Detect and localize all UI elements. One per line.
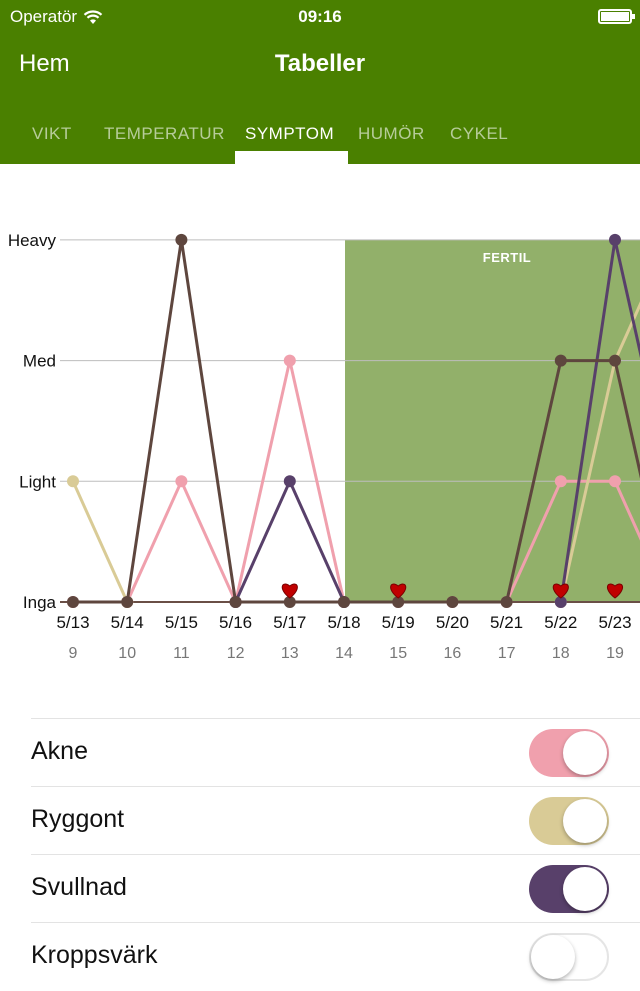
series-line [234, 479, 346, 603]
tab-humor[interactable]: HUMÖR [358, 124, 425, 144]
fertile-window [345, 239, 640, 602]
series-point [609, 354, 621, 367]
series-point [67, 596, 79, 608]
series-point [554, 354, 567, 367]
series-point [554, 475, 567, 488]
tab-temperatur[interactable]: TEMPERATUR [104, 124, 225, 144]
app-header: Operatör 09:16 Hem Tabeller VIKT TEMPERA… [0, 0, 640, 164]
series-point [609, 233, 621, 246]
cycle-day-label: 19 [606, 645, 624, 662]
series-point [338, 596, 350, 608]
series-point [283, 475, 296, 488]
active-tab-indicator [235, 151, 348, 164]
x-tick-label: 5/20 [436, 613, 469, 632]
tab-symptom[interactable]: SYMPTOM [245, 124, 334, 144]
toggle-knob [563, 799, 607, 843]
x-tick-label: 5/22 [544, 613, 577, 632]
cycle-day-label: 17 [498, 645, 516, 662]
cycle-day-label: 9 [69, 645, 78, 662]
toggle-label: Akne [31, 737, 88, 765]
x-tick-label: 5/18 [327, 613, 360, 632]
toggle-label: Ryggont [31, 805, 125, 833]
toggle-row-akne: Akne [31, 718, 640, 787]
fertile-label: FERTIL [483, 250, 532, 265]
status-bar: Operatör 09:16 [0, 0, 640, 36]
cycle-day-label: 12 [227, 645, 245, 662]
tab-vikt[interactable]: VIKT [32, 124, 72, 144]
toggle-knob [531, 935, 575, 979]
toggle-knob [563, 731, 607, 775]
y-tick-label: Light [19, 472, 56, 491]
series-point [500, 596, 513, 608]
cycle-day-label: 10 [118, 645, 136, 662]
x-tick-label: 5/16 [219, 613, 252, 632]
series-point [229, 596, 242, 608]
symptom-chart[interactable]: FERTIL Inga Light Med Heavy 5/13 9 5/14 10 5/15 11… [0, 164, 640, 684]
x-tick-label: 5/15 [165, 613, 198, 632]
heart-icon [281, 583, 298, 599]
toggle-label: Kroppsvärk [31, 941, 158, 969]
status-time: 09:16 [298, 7, 342, 26]
series-point [283, 354, 296, 367]
series-point [175, 475, 188, 488]
kroppsvark-toggle[interactable] [529, 933, 609, 981]
cycle-day-label: 18 [552, 645, 570, 662]
cycle-day-label: 13 [281, 645, 299, 662]
series-point [609, 475, 621, 488]
x-tick-label: 5/21 [490, 613, 523, 632]
toggle-row-ryggont: Ryggont [31, 786, 640, 855]
cycle-day-label: 14 [335, 645, 353, 662]
akne-toggle[interactable] [529, 729, 609, 777]
tab-cykel[interactable]: CYKEL [450, 124, 508, 144]
toggle-row-kroppsvark: Kroppsvärk [31, 922, 640, 991]
toggle-knob [563, 867, 607, 911]
ryggont-toggle[interactable] [529, 797, 609, 845]
page-title: Tabeller [274, 50, 366, 77]
x-tick-label: 5/17 [273, 613, 306, 632]
series-point [67, 475, 79, 488]
battery-icon [598, 9, 635, 24]
toggle-label: Svullnad [31, 873, 127, 901]
series-line [71, 480, 129, 603]
svullnad-toggle[interactable] [529, 865, 609, 913]
series-point [121, 596, 134, 608]
x-tick-label: 5/13 [56, 613, 89, 632]
series-point [446, 596, 459, 608]
series-point [175, 233, 188, 246]
tab-bar: VIKT TEMPERATUR SYMPTOM HUMÖR CYKEL [0, 118, 640, 164]
cycle-day-label: 15 [389, 645, 407, 662]
toggle-row-svullnad: Svullnad [31, 854, 640, 923]
x-tick-label: 5/14 [111, 613, 144, 632]
cycle-day-label: 11 [173, 645, 190, 662]
y-tick-label: Med [23, 352, 56, 371]
cycle-day-label: 16 [444, 645, 462, 662]
y-tick-label: Heavy [8, 231, 57, 250]
x-tick-label: 5/19 [382, 613, 415, 632]
x-tick-label: 5/23 [598, 613, 631, 632]
y-tick-label: Inga [23, 593, 57, 612]
